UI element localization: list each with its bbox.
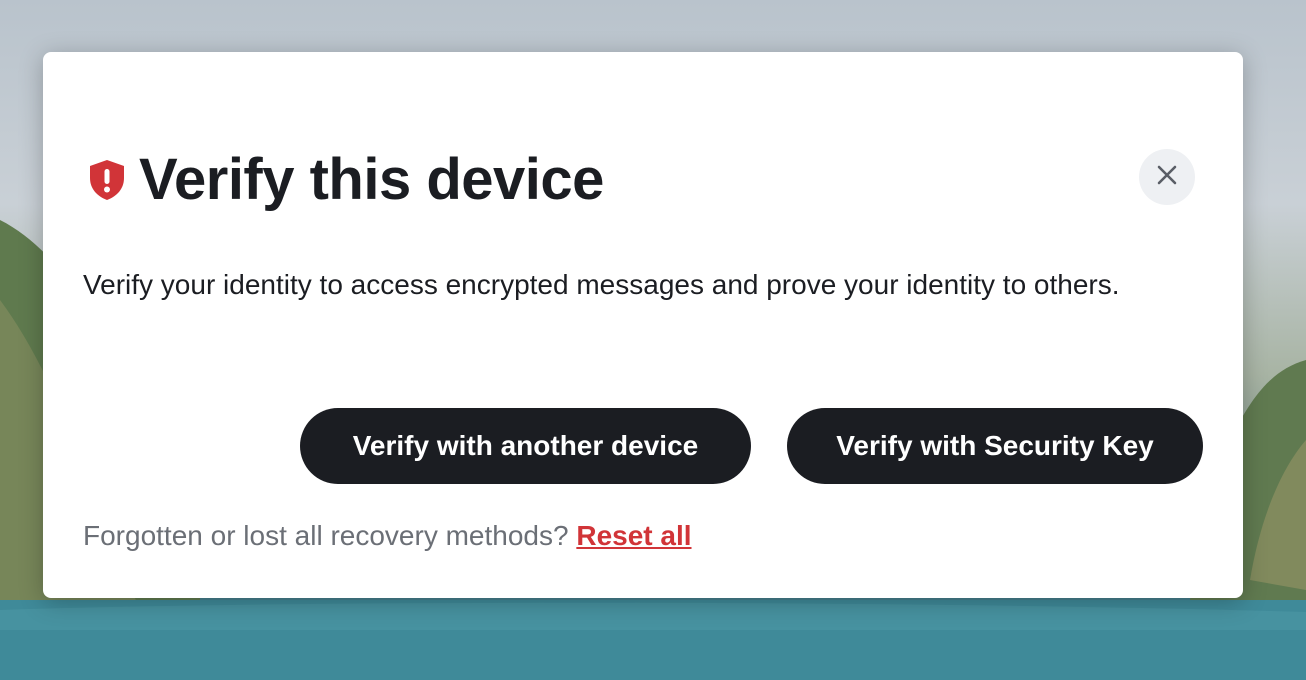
dialog-title: Verify this device — [139, 147, 604, 212]
shield-alert-icon — [87, 158, 127, 202]
verify-with-another-device-button[interactable]: Verify with another device — [300, 408, 751, 484]
recovery-footer: Forgotten or lost all recovery methods? … — [83, 514, 692, 558]
close-icon — [1156, 164, 1178, 191]
recovery-prompt: Forgotten or lost all recovery methods? — [83, 520, 577, 551]
close-button[interactable] — [1139, 149, 1195, 205]
verify-device-dialog: Verify this device Verify your identity … — [43, 52, 1243, 598]
verify-with-security-key-button[interactable]: Verify with Security Key — [787, 408, 1203, 484]
dialog-description: Verify your identity to access encrypted… — [83, 269, 1120, 300]
reset-all-link[interactable]: Reset all — [576, 520, 691, 551]
dialog-header: Verify this device — [87, 146, 604, 214]
